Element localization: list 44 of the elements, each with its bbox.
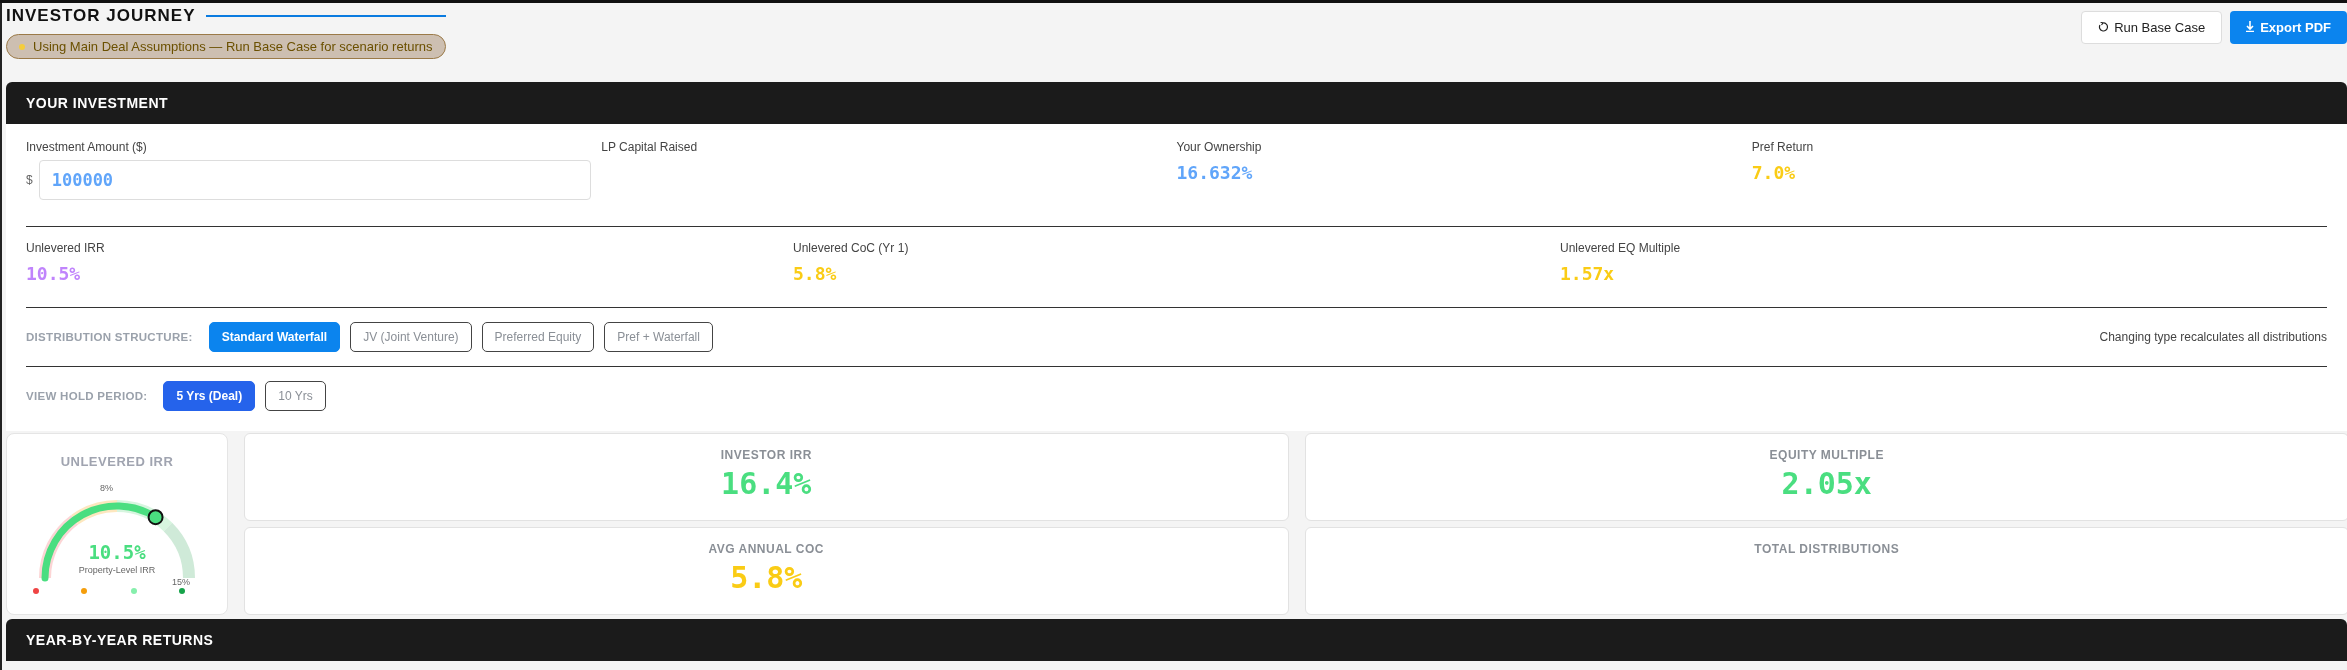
gauge-title: UNLEVERED IRR bbox=[60, 454, 174, 469]
gauge-value: 10.5% bbox=[87, 541, 147, 563]
notice-text: Using Main Deal Assumptions — Run Base Case for scenario returns bbox=[33, 39, 433, 54]
structure-option[interactable]: JV (Joint Venture) bbox=[350, 322, 472, 352]
period-option[interactable]: 5 Yrs (Deal) bbox=[163, 381, 256, 411]
field-label: Your Ownership bbox=[1176, 140, 1263, 154]
note-text: Changing type recalculates all distributions bbox=[2099, 330, 2327, 344]
field-value: 5.8% bbox=[793, 263, 838, 284]
field-label: Unlevered IRR bbox=[26, 241, 106, 255]
field-label: Pref Return bbox=[1751, 140, 1815, 154]
structure-option[interactable]: Pref + Waterfall bbox=[604, 322, 713, 352]
section-header: YEAR-BY-YEAR RETURNS bbox=[6, 619, 2347, 661]
tick-label: 15% bbox=[172, 577, 190, 587]
option-label: DISTRIBUTION STRUCTURE: bbox=[26, 331, 193, 343]
metric-value: 5.8% bbox=[730, 560, 803, 595]
tick-label: 8% bbox=[100, 483, 113, 493]
dot-icon bbox=[19, 43, 25, 50]
field-value: 16.632% bbox=[1176, 162, 1254, 183]
field-label: LP Capital Raised bbox=[601, 140, 699, 154]
field-value: 7.0% bbox=[1751, 162, 1797, 183]
option-label: VIEW HOLD PERIOD: bbox=[26, 390, 148, 402]
structure-option[interactable]: Standard Waterfall bbox=[208, 322, 341, 352]
metric-label: AVG ANNUAL COC bbox=[708, 542, 824, 556]
currency-prefix: $ bbox=[26, 173, 33, 187]
metric-label: TOTAL DISTRIBUTIONS bbox=[1754, 542, 1900, 556]
field-label: Investment Amount ($) bbox=[26, 140, 148, 154]
metric-value: 16.4% bbox=[721, 466, 812, 501]
page-title: INVESTOR JOURNEY bbox=[6, 6, 196, 26]
field-value: 1.57x bbox=[1560, 263, 1616, 284]
period-option[interactable]: 10 Yrs bbox=[265, 381, 326, 411]
field-value: 10.5% bbox=[26, 263, 82, 284]
field-label: Unlevered CoC (Yr 1) bbox=[793, 241, 910, 255]
metric-value: 2.05x bbox=[1781, 466, 1872, 501]
run-button[interactable]: Run Base Case bbox=[2081, 11, 2223, 44]
section-header: YOUR INVESTMENT bbox=[6, 82, 2347, 124]
reload-icon bbox=[2098, 22, 2109, 32]
download-icon bbox=[2246, 21, 2255, 32]
metric-label: EQUITY MULTIPLE bbox=[1769, 448, 1884, 462]
field-label: Unlevered EQ Multiple bbox=[1560, 241, 1682, 255]
investment-input[interactable]: 100000 bbox=[38, 160, 592, 200]
gauge-caption: Property-Level IRR bbox=[77, 565, 157, 575]
metric-label: INVESTOR IRR bbox=[720, 448, 812, 462]
export-button[interactable]: Export PDF bbox=[2230, 11, 2347, 44]
structure-option[interactable]: Preferred Equity bbox=[481, 322, 595, 352]
